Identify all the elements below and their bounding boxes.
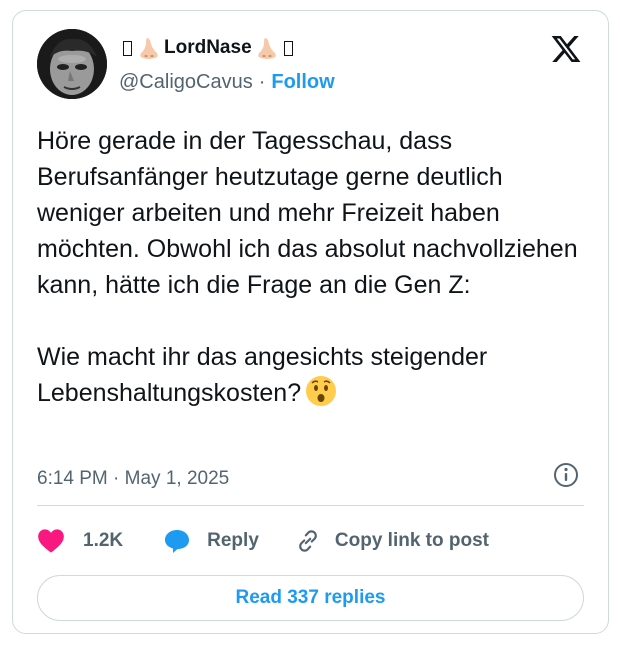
tweet-body: Höre gerade in der Tagesschau, dass Beru…	[37, 127, 578, 407]
tweet-text: Höre gerade in der Tagesschau, dass Beru…	[37, 123, 597, 411]
reply-button[interactable]: Reply	[163, 528, 259, 554]
like-button[interactable]: 1.2K	[37, 528, 123, 554]
nose-emoji-icon	[256, 36, 278, 60]
like-count: 1.2K	[83, 530, 124, 551]
author-handle-row: @CaligoCavus · Follow	[119, 71, 335, 94]
read-replies-button[interactable]: Read 337 replies	[37, 575, 584, 621]
x-logo-icon[interactable]	[550, 33, 582, 65]
link-icon	[299, 530, 317, 552]
heart-icon	[38, 529, 64, 553]
divider	[37, 505, 584, 506]
action-bar: 1.2K Reply Copy link to post	[37, 521, 489, 561]
separator-dot: ·	[258, 71, 266, 93]
missing-glyph-icon	[123, 40, 132, 56]
hushed-face-emoji-icon	[305, 375, 337, 407]
info-icon[interactable]	[552, 461, 580, 489]
tweet-card: LordNase @CaligoCavus · Follow Höre gera…	[12, 10, 609, 634]
nose-emoji-icon	[138, 36, 160, 60]
avatar[interactable]	[37, 29, 107, 99]
tweet-timestamp[interactable]: 6:14 PM · May 1, 2025	[37, 468, 229, 490]
copy-link-label: Copy link to post	[334, 530, 489, 551]
reply-bubble-icon	[165, 530, 190, 553]
author-display-name: LordNase	[164, 37, 252, 58]
follow-button[interactable]: Follow	[271, 71, 334, 94]
author-name-row[interactable]: LordNase	[119, 35, 297, 61]
author-handle[interactable]: @CaligoCavus	[119, 71, 253, 94]
reply-label: Reply	[207, 530, 259, 551]
missing-glyph-icon	[283, 40, 293, 56]
copy-link-button[interactable]: Copy link to post	[295, 528, 489, 554]
